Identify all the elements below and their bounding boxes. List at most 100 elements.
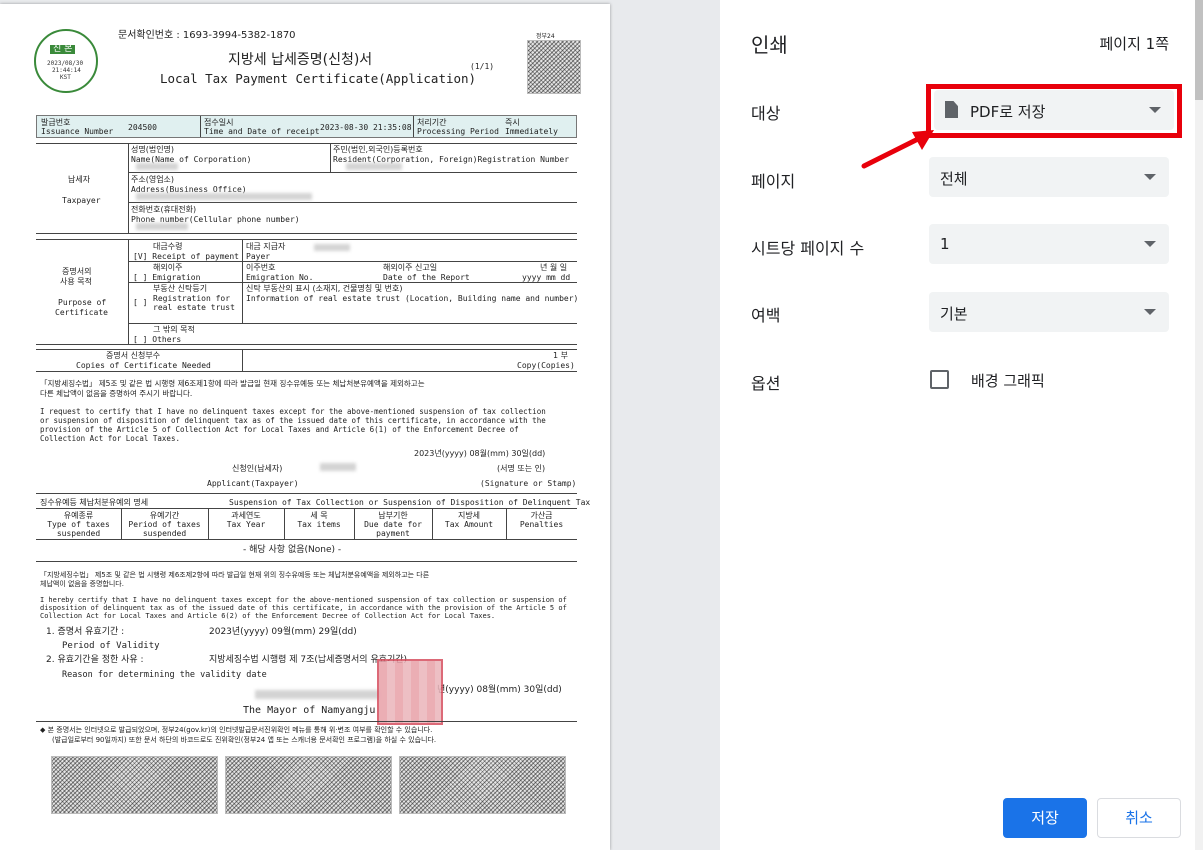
- suspension-en: Suspension of Tax Collection or Suspensi…: [229, 498, 591, 507]
- purpose-en-2: Certificate: [55, 308, 108, 317]
- document-page: 문서확인번호 : 1693-3994-5382-1870 진 본 2023/08…: [0, 4, 610, 850]
- trust-en-1: Registration for: [153, 294, 231, 303]
- trust-info-en: Information of real estate trust (Locati…: [246, 294, 579, 303]
- qr-code: [527, 40, 581, 94]
- pages-per-sheet-select[interactable]: 1: [929, 224, 1169, 264]
- pages-label: 페이지: [751, 172, 796, 191]
- col-header-ko: 가산금: [530, 511, 553, 520]
- background-graphics-checkbox[interactable]: [930, 370, 949, 389]
- cancel-button[interactable]: 취소: [1097, 798, 1181, 838]
- trust-info-ko: 신탁 부동산의 표시 (소재지, 건물명칭 및 번호): [246, 284, 403, 293]
- emig-date-ko: 해외이주 신고일: [383, 263, 438, 272]
- emigration-option[interactable]: [ ] Emigration: [133, 273, 200, 282]
- trust-ko: 부동산 신탁등기: [153, 284, 208, 293]
- reason-ko: 2. 유효기간을 정한 사유 :: [46, 655, 144, 665]
- cert-ko-1: 「지방세징수법」 제5조 및 같은 법 시행령 제6조제2항에 따라 발급일 현…: [40, 571, 430, 579]
- request-en-3: provision of the Article 5 of Collection…: [40, 425, 519, 434]
- save-button[interactable]: 저장: [1003, 798, 1087, 838]
- title-ko: 지방세 납세증명(신청)서: [228, 52, 373, 68]
- margins-select[interactable]: 기본: [929, 292, 1169, 332]
- ymd-en: yyyy mm dd: [522, 273, 571, 282]
- sign-en: (Signature or Stamp): [480, 479, 577, 488]
- doc-number: 문서확인번호 : 1693-3994-5382-1870: [118, 30, 296, 41]
- panel-scrollbar[interactable]: [1195, 0, 1203, 850]
- seal-tz: KST: [60, 74, 71, 81]
- col-header-ko: 유예종류: [63, 511, 94, 520]
- col-header-en1: Penalties: [519, 520, 564, 529]
- period-val-ko: 즉시: [505, 118, 520, 127]
- col-header-ko: 납부기한: [378, 511, 408, 520]
- col-header-en1: Tax Year: [226, 520, 266, 529]
- purpose-ko-2: 사용 목적: [60, 277, 92, 286]
- col-header-en2: payment: [376, 529, 410, 538]
- issuance-ko: 발급번호: [41, 118, 71, 127]
- trust-option[interactable]: [ ]: [133, 298, 147, 307]
- notice-1: ◆ 본 증명서는 인터넷으로 발급되었으며, 정부24(gov.kr)의 인터넷…: [40, 726, 433, 734]
- purpose-ko-1: 증명서의: [62, 267, 92, 276]
- official-seal-stamp: [377, 659, 443, 725]
- sign-ko: (서명 또는 인): [497, 464, 546, 473]
- period-ko: 처리기간: [417, 118, 447, 127]
- options-label: 옵션: [751, 374, 781, 393]
- none-text: - 해당 사항 없음(None) -: [243, 545, 342, 555]
- red-arrow-annotation: [861, 130, 934, 169]
- print-settings-panel: 인쇄 페이지 1쪽 대상 PDF로 저장 페이지 전체 시트당 페이지 수 1 …: [720, 0, 1203, 850]
- request-ko-2: 다른 체납액이 없음을 증명하여 주시기 바랍니다.: [40, 389, 193, 398]
- receipt-pay-ko: 대금수령: [153, 242, 183, 251]
- validity-value: 2023년(yyyy) 09월(mm) 29일(dd): [209, 627, 357, 637]
- issuance-number: 204500: [128, 123, 157, 132]
- others-option[interactable]: [ ] Others: [133, 335, 181, 344]
- others-ko: 그 밖의 목적: [153, 325, 195, 334]
- emigration-ko: 해외이주: [153, 263, 183, 272]
- applicant-ko: 신청인(납세자): [232, 464, 283, 473]
- period-en: Processing Period: [417, 127, 499, 136]
- receipt-en: Time and Date of receipt: [204, 127, 320, 136]
- receipt-pay-option[interactable]: [V] Receipt of payment: [133, 252, 239, 261]
- col-header-ko: 지방세: [457, 511, 481, 520]
- emig-no-ko: 이주번호: [246, 263, 276, 272]
- chevron-down-icon: [1144, 241, 1156, 247]
- col-header-ko: 과세연도: [231, 511, 261, 520]
- issuance-en: Issuance Number: [41, 127, 114, 136]
- highlight-box: [926, 84, 1182, 138]
- barcode-1: [51, 756, 218, 814]
- emig-no-en: Emigration No.: [246, 273, 314, 282]
- seal-time: 21:44:14: [52, 67, 81, 74]
- request-ko-1: 「지방세징수법」 제5조 및 같은 법 시행령 제6조제1항에 따라 발급일 현…: [40, 379, 425, 388]
- seal-stamp: 진 본 2023/08/30 21:44:14 KST: [34, 29, 98, 93]
- background-graphics-label[interactable]: 배경 그래픽: [971, 370, 1045, 391]
- print-preview-area: 문서확인번호 : 1693-3994-5382-1870 진 본 2023/08…: [0, 0, 720, 850]
- request-en-2: or suspension of disposition of delinque…: [40, 416, 546, 425]
- suspension-ko: 징수유예등 체납처분유예의 명세: [40, 498, 149, 507]
- pages-per-sheet-label: 시트당 페이지 수: [751, 239, 865, 258]
- col-header-en1: Tax items: [297, 520, 341, 529]
- page-count: 페이지 1쪽: [1099, 35, 1169, 53]
- purpose-en-1: Purpose of: [58, 298, 107, 307]
- ymd-ko: 년 월 일: [540, 263, 568, 272]
- payer-en: Payer: [246, 252, 271, 261]
- seal-date: 2023/08/30: [47, 60, 84, 67]
- request-en-4: Collection Act for Local Taxes.: [40, 434, 180, 443]
- pages-select[interactable]: 전체: [929, 157, 1169, 197]
- application-date: 2023년(yyyy) 08월(mm) 30일(dd): [414, 449, 546, 458]
- trust-en-2: real estate trust: [153, 303, 235, 312]
- emig-date-en: Date of the Report: [383, 273, 470, 282]
- margins-value: 기본: [940, 305, 968, 323]
- period-val-en: Immediately: [505, 127, 558, 136]
- copies-en: Copies of Certificate Needed: [76, 361, 211, 370]
- receipt-time: 2023-08-30 21:35:08: [320, 123, 412, 132]
- cert-ko-2: 체납액이 없음을 증명합니다.: [40, 580, 124, 588]
- col-header-en1: Type of taxes: [47, 520, 110, 529]
- applicant-en: Applicant(Taxpayer): [207, 479, 299, 488]
- barcode-2: [225, 756, 392, 814]
- validity-en: Period of Validity: [62, 641, 160, 651]
- reason-en: Reason for determining the validity date: [62, 670, 267, 680]
- chevron-down-icon: [1144, 174, 1156, 180]
- cert-en-3: Collection Act for Local Taxes and Artic…: [40, 612, 496, 620]
- destination-label: 대상: [751, 104, 781, 123]
- payer-ko: 대금 지급자: [246, 242, 286, 251]
- margins-label: 여백: [751, 306, 781, 325]
- phone-ko: 전화번호(휴대전화): [131, 205, 197, 214]
- col-header-ko: 세 목: [310, 511, 328, 520]
- validity-ko: 1. 증명서 유효기간 :: [46, 627, 125, 637]
